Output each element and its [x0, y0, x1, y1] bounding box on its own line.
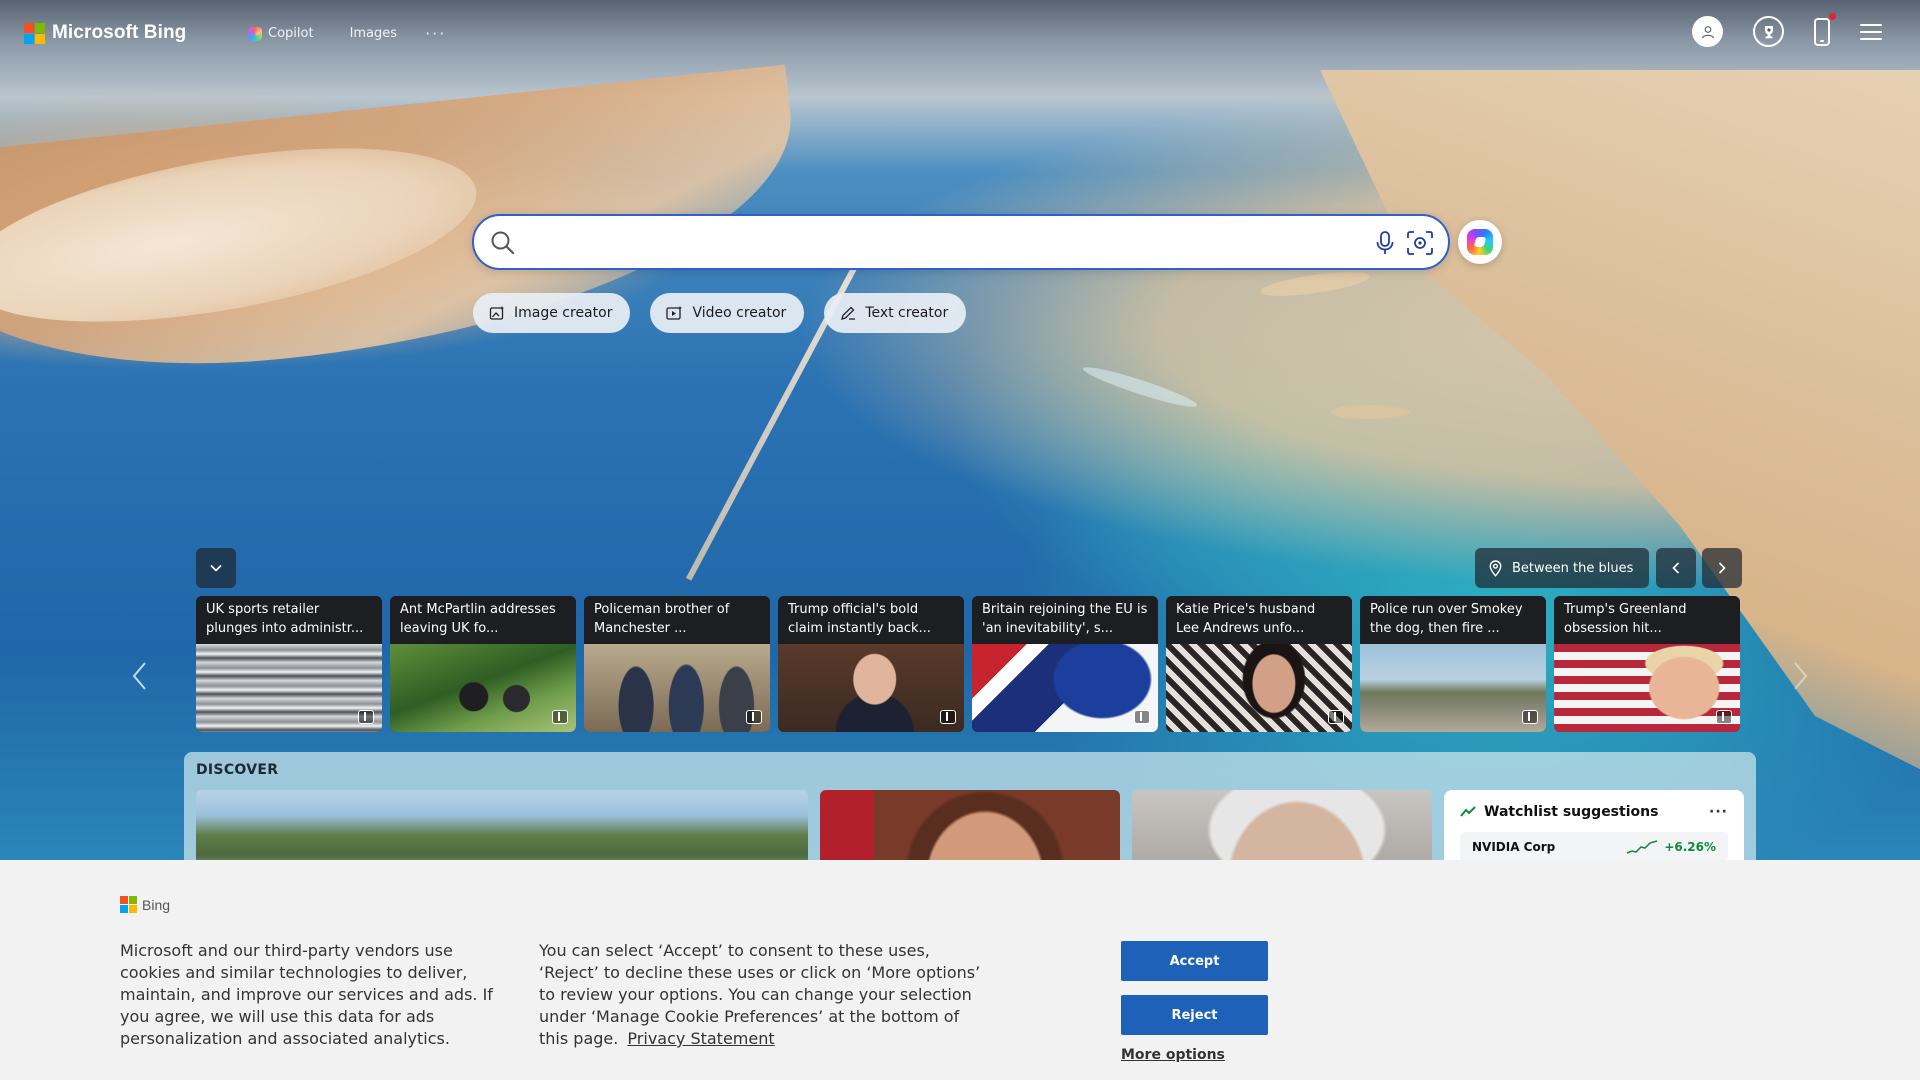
notification-dot — [1829, 12, 1836, 20]
news-headline: Trump official's bold claim instantly ba… — [778, 596, 964, 644]
privacy-statement-link[interactable]: Privacy Statement — [627, 1029, 774, 1048]
microsoft-logo-icon — [24, 22, 45, 44]
stock-trend-icon — [1460, 806, 1476, 817]
slideshow-icon — [746, 710, 762, 724]
cookie-options-text: You can select ‘Accept’ to consent to th… — [539, 940, 989, 1050]
collapse-news-button[interactable] — [196, 548, 236, 588]
cookie-bing-logo: Bing — [120, 896, 170, 913]
watchlist-more-button[interactable]: ··· — [1709, 804, 1728, 820]
visual-search-icon[interactable] — [1406, 230, 1434, 256]
watchlist-title: Watchlist suggestions — [1484, 804, 1659, 820]
news-card[interactable]: UK sports retailer plunges into administ… — [196, 596, 382, 732]
news-card[interactable]: Trump official's bold claim instantly ba… — [778, 596, 964, 732]
accept-cookies-button[interactable]: Accept — [1121, 941, 1268, 981]
cookie-brand: Bing — [142, 896, 171, 913]
slideshow-icon — [1328, 710, 1344, 724]
news-headline: Katie Price's husband Lee Andrews unfo..… — [1166, 596, 1352, 644]
news-card[interactable]: Policeman brother of Manchester ... — [584, 596, 770, 732]
rewards-button[interactable] — [1753, 16, 1784, 47]
bing-logo[interactable]: Microsoft Bing — [24, 22, 186, 44]
slideshow-icon — [1522, 710, 1538, 724]
slideshow-icon — [358, 710, 374, 724]
more-dots-icon: ··· — [425, 24, 447, 43]
brand-name: Microsoft Bing — [52, 22, 187, 43]
next-image-button[interactable] — [1702, 548, 1742, 588]
copilot-search-button[interactable] — [1458, 220, 1502, 264]
more-options-link[interactable]: More options — [1121, 1047, 1225, 1063]
news-headline: Trump's Greenland obsession hit... — [1554, 596, 1740, 644]
news-thumbnail — [1166, 644, 1352, 732]
news-card[interactable]: Police run over Smokey the dog, then fir… — [1360, 596, 1546, 732]
slideshow-icon — [940, 710, 956, 724]
news-carousel: UK sports retailer plunges into administ… — [196, 596, 1740, 732]
image-creator-label: Image creator — [514, 305, 613, 321]
chevron-right-icon — [1718, 562, 1726, 574]
news-card[interactable]: Katie Price's husband Lee Andrews unfo..… — [1166, 596, 1352, 732]
nav-images[interactable]: Images — [350, 26, 398, 41]
text-creator-button[interactable]: Text creator — [824, 293, 967, 333]
news-thumbnail — [1360, 644, 1546, 732]
microsoft-logo-icon — [120, 896, 137, 913]
search-box — [472, 214, 1450, 270]
news-thumbnail — [584, 644, 770, 732]
image-location-button[interactable]: Between the blues — [1475, 548, 1650, 588]
search-input[interactable] — [530, 226, 1330, 258]
news-thumbnail — [390, 644, 576, 732]
news-headline: Policeman brother of Manchester ... — [584, 596, 770, 644]
more-menu-button[interactable]: ··· — [425, 24, 446, 43]
cookie-description: Microsoft and our third-party vendors us… — [120, 941, 493, 1048]
chevron-down-icon — [210, 564, 222, 572]
image-creator-icon — [489, 305, 505, 320]
rewards-trophy-icon — [1764, 25, 1773, 38]
news-thumbnail — [778, 644, 964, 732]
news-headline: UK sports retailer plunges into administ… — [196, 596, 382, 644]
image-creator-button[interactable]: Image creator — [473, 293, 631, 333]
watchlist-row[interactable]: NVIDIA Corp +6.26% — [1460, 832, 1728, 862]
slideshow-icon — [1716, 710, 1732, 724]
news-thumbnail — [1554, 644, 1740, 732]
creator-pills: Image creator Video creator Text creator — [473, 293, 967, 333]
slideshow-icon — [552, 710, 568, 724]
nav-copilot[interactable]: Copilot — [248, 26, 314, 41]
text-creator-label: Text creator — [865, 305, 949, 321]
location-pin-icon — [1489, 559, 1502, 577]
slideshow-icon — [1134, 710, 1150, 724]
news-scroll-right-icon[interactable] — [1790, 660, 1810, 692]
header-actions — [1692, 12, 1882, 47]
news-card[interactable]: Ant McPartlin addresses leaving UK fo... — [390, 596, 576, 732]
top-nav: Copilot Images ··· — [248, 24, 446, 43]
copilot-logo-icon — [1467, 229, 1493, 255]
mobile-app-button[interactable] — [1814, 12, 1836, 46]
news-headline: Britain rejoining the EU is 'an inevitab… — [972, 596, 1158, 644]
video-creator-label: Video creator — [692, 305, 787, 321]
search-icon[interactable] — [490, 230, 516, 256]
stock-name: NVIDIA Corp — [1472, 840, 1556, 854]
top-header: Microsoft Bing Copilot Images ··· — [0, 0, 1920, 66]
news-headline: Police run over Smokey the dog, then fir… — [1360, 596, 1546, 644]
video-creator-button[interactable]: Video creator — [650, 293, 805, 333]
news-thumbnail — [972, 644, 1158, 732]
chevron-left-icon — [1672, 562, 1680, 574]
cookie-consent-banner: Bing Microsoft and our third-party vendo… — [0, 860, 1920, 1080]
news-card[interactable]: Britain rejoining the EU is 'an inevitab… — [972, 596, 1158, 732]
sign-in-avatar-button[interactable] — [1692, 16, 1723, 47]
video-creator-icon — [666, 305, 683, 320]
reject-cookies-button[interactable]: Reject — [1121, 995, 1268, 1035]
nav-copilot-label: Copilot — [268, 26, 314, 41]
image-location-label: Between the blues — [1512, 560, 1634, 576]
microphone-icon[interactable] — [1374, 230, 1396, 256]
news-headline: Ant McPartlin addresses leaving UK fo... — [390, 596, 576, 644]
copilot-icon — [248, 26, 262, 41]
sparkline-chart — [1627, 840, 1658, 854]
stock-change: +6.26% — [1664, 840, 1716, 854]
news-thumbnail — [196, 644, 382, 732]
news-card[interactable]: Trump's Greenland obsession hit... — [1554, 596, 1740, 732]
text-creator-icon — [841, 306, 856, 320]
user-icon — [1701, 25, 1714, 38]
nav-images-label: Images — [349, 26, 398, 41]
hamburger-menu-icon[interactable] — [1860, 23, 1882, 40]
discover-title: DISCOVER — [196, 762, 279, 778]
previous-image-button[interactable] — [1656, 548, 1696, 588]
news-scroll-left-icon[interactable] — [130, 660, 150, 692]
